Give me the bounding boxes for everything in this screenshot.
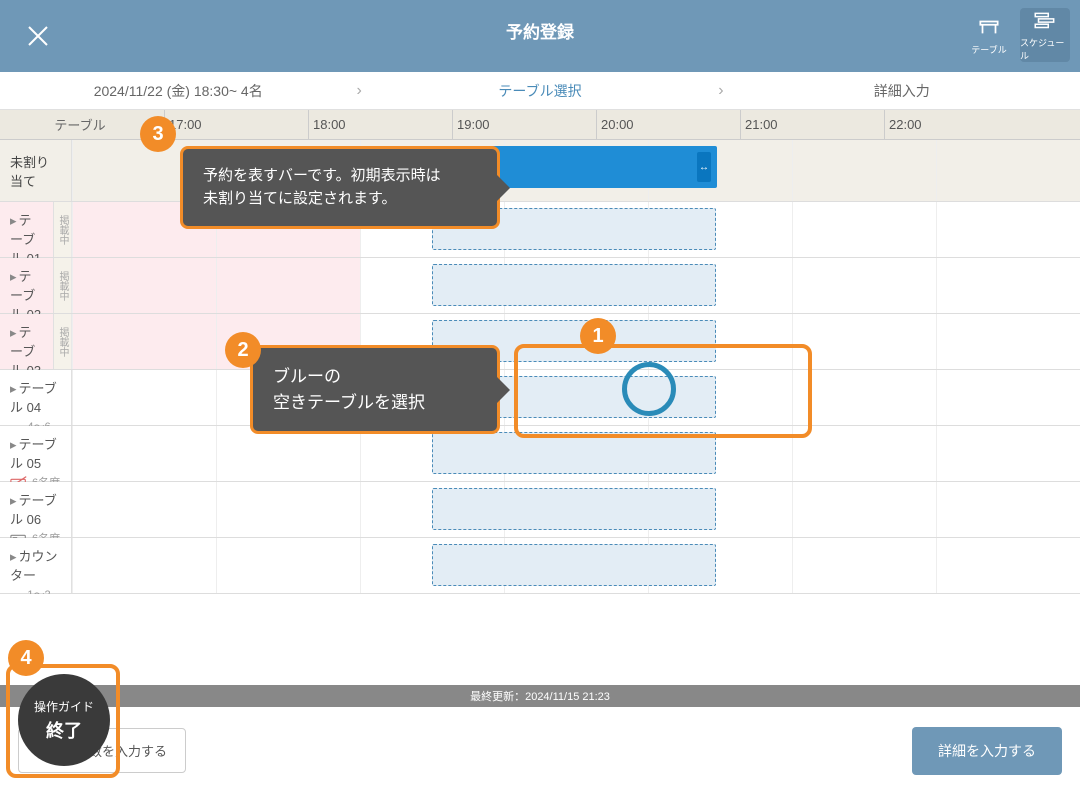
touch-indicator-icon	[622, 362, 676, 416]
seat-count: 1～2名席	[27, 586, 61, 594]
row-label[interactable]: ▸カウンター 1～2名席	[0, 538, 72, 593]
time-columns: 16:00 17:00 18:00 19:00 20:00 21:00 22:0…	[20, 110, 1080, 139]
chevron-right-icon: ▸	[10, 269, 17, 284]
table-view-label: テーブル	[971, 43, 1006, 56]
schedule-icon	[1032, 8, 1058, 34]
available-slot[interactable]	[432, 544, 716, 586]
page-title: 予約登録	[506, 18, 574, 43]
view-toggle: テーブル スケジュール	[964, 8, 1070, 62]
breadcrumb-step-table[interactable]: テーブル選択	[362, 81, 718, 101]
guide-end-button[interactable]: 操作ガイド 終了	[18, 674, 110, 766]
row-label[interactable]: ▸テーブル 05 6名席	[0, 426, 72, 481]
time-col-22: 22:00	[884, 110, 1028, 139]
chevron-right-icon: ▸	[10, 493, 17, 508]
close-icon	[27, 25, 49, 47]
callout-3-line2: 未割り当てに設定されます。	[203, 188, 477, 211]
callout-arrow-icon	[496, 174, 510, 202]
row-cells[interactable]	[72, 482, 1080, 537]
table-name: カウンター	[10, 549, 58, 583]
schedule-view-button[interactable]: スケジュール	[1020, 8, 1070, 62]
row-table-02: ▸テーブル 02 2～4名席 掲載中	[0, 258, 1080, 314]
breadcrumb-step-datetime[interactable]: 2024/11/22 (金) 18:30~ 4名	[0, 81, 356, 101]
footer: 日時・人数を入力する 詳細を入力する	[0, 707, 1080, 794]
row-cells[interactable]	[72, 538, 1080, 593]
chevron-right-icon: ▸	[10, 549, 17, 564]
posting-tag: 掲載中	[54, 202, 72, 257]
available-slot[interactable]	[432, 432, 716, 474]
callout-2-badge: 2	[225, 332, 261, 368]
available-slot[interactable]	[432, 264, 716, 306]
chevron-right-icon: ▸	[10, 381, 17, 396]
row-label[interactable]: ▸テーブル 06 6名席	[0, 482, 72, 537]
table-icon	[976, 15, 1002, 41]
posting-tag: 掲載中	[54, 258, 72, 313]
schedule-view-label: スケジュール	[1020, 36, 1070, 62]
time-col-19: 19:00	[452, 110, 596, 139]
table-name: テーブル 06	[10, 493, 57, 527]
next-button[interactable]: 詳細を入力する	[912, 727, 1062, 775]
table-view-button[interactable]: テーブル	[964, 8, 1014, 62]
callout-arrow-icon	[496, 376, 510, 404]
callout-2-line1: ブルーの	[273, 364, 477, 390]
row-table-01: ▸テーブル 01 2～4名席 掲載中	[0, 202, 1080, 258]
time-col-17: 17:00	[164, 110, 308, 139]
breadcrumb-step-detail[interactable]: 詳細入力	[724, 81, 1080, 101]
callout-3: 予約を表すバーです。初期表示時は 未割り当てに設定されます。	[180, 146, 500, 229]
row-label[interactable]: ▸テーブル 04 4～6名席	[0, 370, 72, 425]
callout-2-line2: 空きテーブルを選択	[273, 390, 477, 416]
row-table-06: ▸テーブル 06 6名席	[0, 482, 1080, 538]
posting-tag: 掲載中	[54, 314, 72, 369]
row-label[interactable]: ▸テーブル 02 2～4名席	[0, 258, 54, 313]
guide-label: 操作ガイド	[34, 698, 94, 715]
close-button[interactable]	[8, 25, 68, 47]
callout-4-badge: 4	[8, 640, 44, 676]
time-col-20: 20:00	[596, 110, 740, 139]
app-header: 予約登録 テーブル スケジュール	[0, 0, 1080, 72]
row-label[interactable]: ▸テーブル 03 4～6名席	[0, 314, 54, 369]
table-name: テーブル 04	[10, 381, 57, 415]
callout-1-badge: 1	[580, 318, 616, 354]
table-name: テーブル 05	[10, 437, 57, 471]
status-bar: 最終更新：2024/11/15 21:23	[0, 685, 1080, 707]
row-label[interactable]: ▸テーブル 01 2～4名席	[0, 202, 54, 257]
chevron-right-icon: ▸	[10, 213, 17, 228]
guide-end-label: 終了	[46, 717, 82, 743]
callout-2: ブルーの 空きテーブルを選択	[250, 345, 500, 434]
callout-3-line1: 予約を表すバーです。初期表示時は	[203, 165, 477, 188]
time-col-21: 21:00	[740, 110, 884, 139]
row-cells[interactable]	[72, 258, 1080, 313]
breadcrumb: 2024/11/22 (金) 18:30~ 4名 › テーブル選択 › 詳細入力	[0, 72, 1080, 110]
row-unassigned-label: 未割り当て	[0, 140, 72, 201]
available-slot[interactable]	[432, 488, 716, 530]
chevron-right-icon: ▸	[10, 437, 17, 452]
resize-handle-icon[interactable]: ↔	[697, 152, 711, 182]
callout-3-badge: 3	[140, 116, 176, 152]
time-col-18: 18:00	[308, 110, 452, 139]
row-counter: ▸カウンター 1～2名席	[0, 538, 1080, 594]
chevron-right-icon: ▸	[10, 325, 17, 340]
